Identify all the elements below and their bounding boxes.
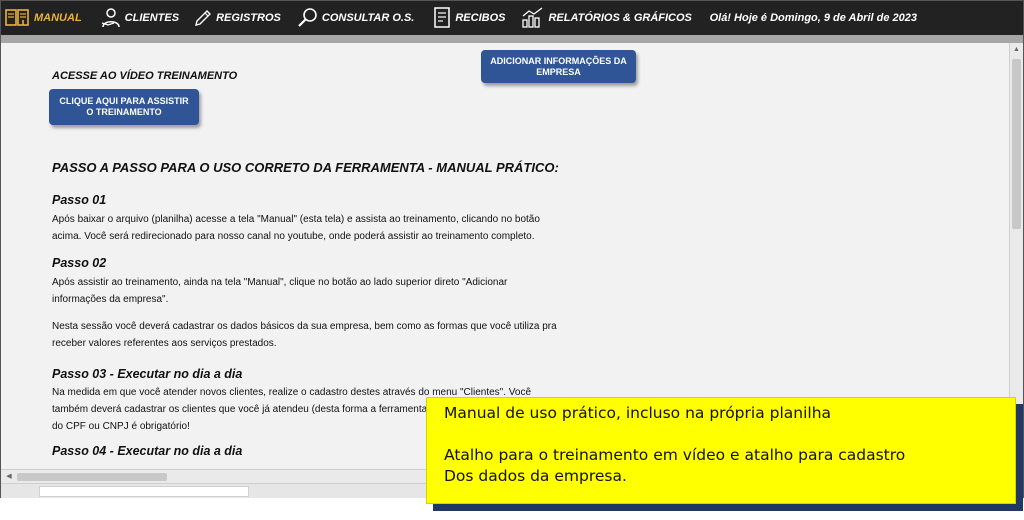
manual-icon [5,8,31,28]
step-03-title: Passo 03 - Executar no dia a dia [52,367,243,381]
callout-line-1: Manual de uso prático, incluso na própri… [444,404,832,422]
nav-consultar-os[interactable]: CONSULTAR O.S. [297,1,414,35]
nav-clientes-label: CLIENTES [124,12,180,24]
step-02-title: Passo 02 [52,256,107,270]
pencil-icon [193,8,213,28]
training-video-heading: ACESSE AO VÍDEO TREINAMENTO [52,70,238,82]
document-icon [432,7,452,29]
text-line: Nesta sessão você deverá cadastrar os da… [52,321,557,332]
nav-registros[interactable]: REGISTROS [193,1,281,35]
callout-line-2: Atalho para o treinamento em vídeo e ata… [444,446,906,464]
step-02-text-continued: Nesta sessão você deverá cadastrar os da… [52,318,557,352]
page-title: PASSO A PASSO PARA O USO CORRETO DA FERR… [52,160,559,175]
nav-consultar-label: CONSULTAR O.S. [321,12,415,24]
horizontal-scrollbar[interactable]: ◀ [1,469,431,483]
nav-recibos[interactable]: RECIBOS [432,1,505,35]
nav-recibos-label: RECIBOS [455,12,506,24]
nav-relatorios-label: RELATÓRIOS & GRÁFICOS [548,12,692,24]
watch-training-button[interactable]: CLIQUE AQUI PARA ASSISTIR O TREINAMENTO [49,89,199,125]
sheet-tab[interactable] [39,486,249,497]
vertical-scroll-thumb[interactable] [1012,59,1021,229]
step-04-title: Passo 04 - Executar no dia a dia [52,444,243,458]
nav-registros-label: REGISTROS [216,12,281,24]
horizontal-scroll-thumb[interactable] [17,473,167,481]
chart-icon [521,7,545,29]
scroll-up-icon[interactable]: ▲ [1010,43,1023,57]
nav-clientes[interactable]: CLIENTES [100,1,179,35]
header-divider [1,35,1023,43]
yellow-callout-box: Manual de uso prático, incluso na própri… [426,397,1016,504]
text-line: informações da empresa". [52,294,169,305]
step-01-title: Passo 01 [52,193,107,207]
clients-icon [100,7,122,29]
callout-line-3: Dos dados da empresa. [444,467,627,485]
text-line: Após assistir ao treinamento, ainda na t… [52,277,508,288]
date-greeting: Olá! Hoje é Domingo, 9 de Abril de 2023 [709,12,917,24]
search-icon [297,7,319,29]
text-line: receber valores referentes aos serviços … [52,338,277,349]
top-navigation-bar: MANUAL CLIENTES REGISTROS CONSULTAR O.S.… [1,1,1023,35]
callout-spacer [444,424,1015,445]
text-line: acima. Você será redirecionado para noss… [52,231,535,242]
text-line: Após baixar o arquivo (planilha) acesse … [52,214,540,225]
step-02-text: Após assistir ao treinamento, ainda na t… [52,274,507,308]
add-company-info-button[interactable]: ADICIONAR INFORMAÇÕES DA EMPRESA [481,50,636,83]
nav-manual[interactable]: MANUAL [5,1,82,35]
nav-manual-label: MANUAL [34,12,82,24]
step-01-text: Após baixar o arquivo (planilha) acesse … [52,211,540,245]
nav-relatorios-graficos[interactable]: RELATÓRIOS & GRÁFICOS [521,1,692,35]
scroll-left-icon[interactable]: ◀ [3,470,15,484]
